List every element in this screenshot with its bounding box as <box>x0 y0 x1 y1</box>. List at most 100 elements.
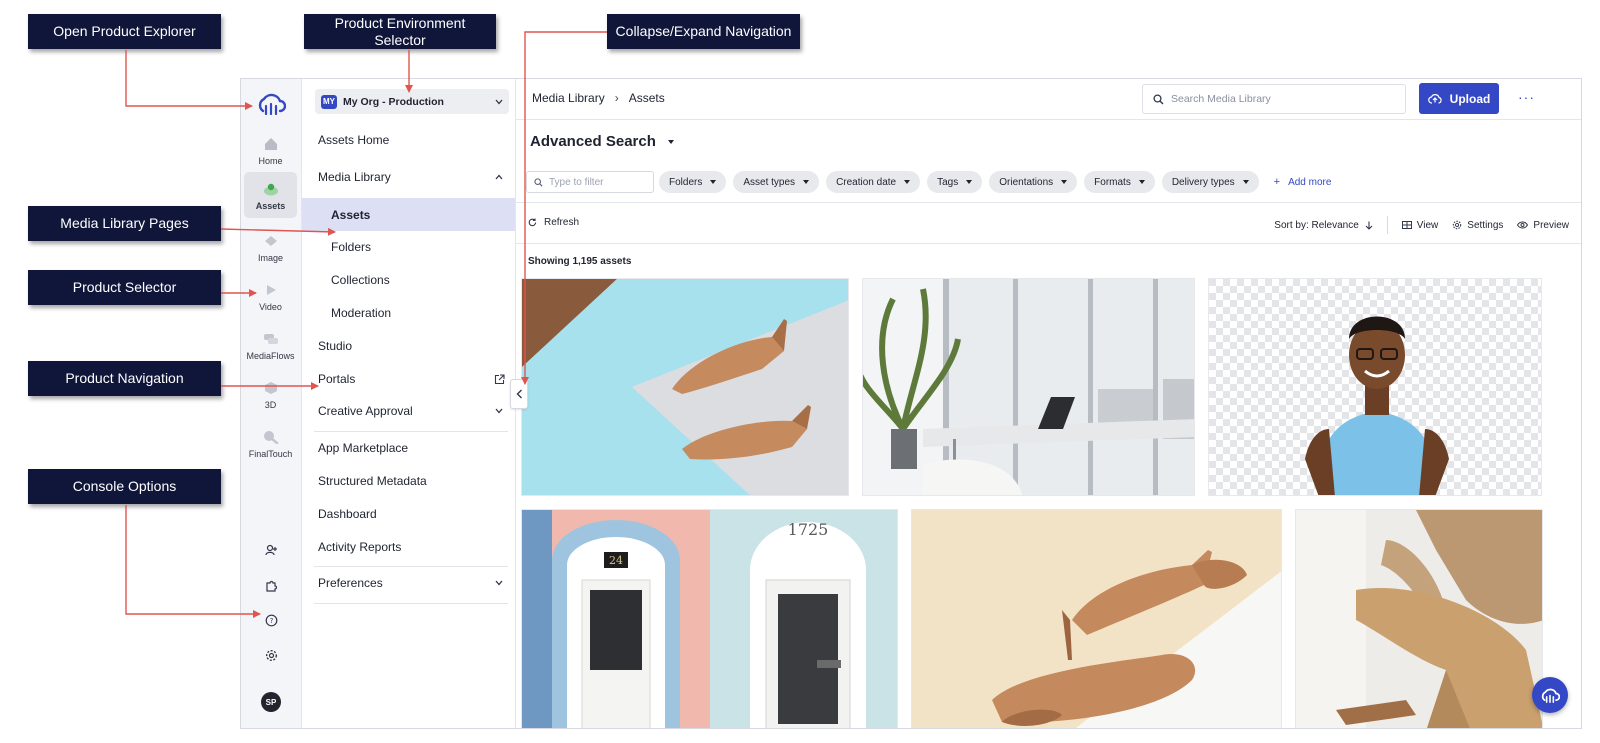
nav-item-label: Moderation <box>331 306 392 320</box>
asset-thumbnail-heels-blue[interactable] <box>521 278 849 496</box>
callout-media-library-pages: Media Library Pages <box>28 206 221 241</box>
refresh-label: Refresh <box>544 217 580 228</box>
product-explorer-button[interactable] <box>254 91 288 117</box>
nav-item-portals[interactable]: Portals <box>302 364 515 394</box>
preview-label: Preview <box>1533 219 1569 231</box>
user-avatar[interactable]: SP <box>261 692 281 712</box>
rail-item-finaltouch[interactable]: FinalTouch <box>244 420 297 466</box>
annotated-screenshot: Open Product Explorer Product Environmen… <box>0 0 1600 743</box>
nav-item-creative-approval[interactable]: Creative Approval <box>302 396 515 426</box>
breadcrumb-assets: Assets <box>628 91 665 105</box>
filter-chip-delivery-types[interactable]: Delivery types <box>1161 171 1259 193</box>
nav-item-moderation[interactable]: Moderation <box>302 298 515 328</box>
main-content: Media Library › Assets Search Media Libr… <box>516 79 1581 728</box>
nav-item-label: Studio <box>318 339 353 353</box>
more-options-button[interactable]: ··· <box>1518 89 1535 105</box>
chip-label: Orientations <box>999 176 1054 188</box>
refresh-button[interactable]: Refresh <box>528 217 579 228</box>
sort-label: Sort by: Relevance <box>1274 219 1359 231</box>
filter-chip-formats[interactable]: Formats <box>1084 171 1155 193</box>
asset-thumbnail-office[interactable] <box>862 278 1195 496</box>
settings-icon <box>1452 220 1462 230</box>
app-window: Home Assets Image Video MediaFlows 3D Fi… <box>240 78 1582 729</box>
filter-chip-creation-date[interactable]: Creation date <box>826 171 921 193</box>
asset-thumbnail-fashion[interactable] <box>1295 509 1543 728</box>
rail-item-label: MediaFlows <box>246 350 295 361</box>
chat-assistant-button[interactable] <box>1532 677 1568 713</box>
nav-item-assets[interactable]: Assets <box>302 198 515 231</box>
rail-item-assets[interactable]: Assets <box>244 172 297 218</box>
portrait-image <box>1209 279 1541 495</box>
filter-chips: Folders Asset types Creation date Tags O… <box>659 171 1331 193</box>
preview-button[interactable]: Preview <box>1517 220 1569 231</box>
nav-item-label: Media Library <box>318 170 391 184</box>
nav-item-label: Creative Approval <box>318 404 413 418</box>
rail-item-video[interactable]: Video <box>244 273 297 319</box>
add-more-filters-button[interactable]: + Add more <box>1274 176 1332 188</box>
rail-item-mediaflows[interactable]: MediaFlows <box>244 322 297 368</box>
product-rail: Home Assets Image Video MediaFlows 3D Fi… <box>241 79 302 728</box>
settings-button[interactable] <box>260 644 282 666</box>
settings-toolbar-button[interactable]: Settings <box>1452 220 1503 231</box>
toolbar-actions: Sort by: Relevance View Settings Preview <box>1274 216 1569 234</box>
home-icon <box>262 135 280 153</box>
nav-item-structured-metadata[interactable]: Structured Metadata <box>302 466 515 496</box>
breadcrumb-media-library[interactable]: Media Library <box>532 91 605 105</box>
image-icon <box>262 232 280 250</box>
view-button[interactable]: View <box>1401 220 1438 231</box>
3d-icon <box>262 379 280 397</box>
callout-console-options: Console Options <box>28 469 221 504</box>
nav-item-collections[interactable]: Collections <box>302 265 515 295</box>
nav-item-label: Structured Metadata <box>318 474 427 488</box>
cloud-upload-icon <box>1427 93 1442 104</box>
rail-item-home[interactable]: Home <box>244 127 297 173</box>
product-navigation: MY My Org - Production Assets Home Media… <box>302 79 516 728</box>
rail-item-image[interactable]: Image <box>244 224 297 270</box>
caret-down-icon <box>1138 180 1145 184</box>
integrations-button[interactable] <box>260 574 282 596</box>
nav-item-activity-reports[interactable]: Activity Reports <box>302 532 515 562</box>
grid-view-icon <box>1401 221 1412 229</box>
filter-input[interactable]: Type to filter <box>526 171 654 193</box>
nav-item-folders[interactable]: Folders <box>302 232 515 262</box>
chat-logo-icon <box>1541 688 1560 703</box>
heels-image <box>522 279 848 495</box>
plus-icon: + <box>1273 176 1281 188</box>
chip-label: Tags <box>937 176 959 188</box>
environment-selector[interactable]: MY My Org - Production <box>315 89 509 114</box>
add-user-button[interactable] <box>260 539 282 561</box>
filter-chip-orientations[interactable]: Orientations <box>989 171 1078 193</box>
filter-chip-folders[interactable]: Folders <box>659 171 727 193</box>
add-user-icon <box>264 544 277 556</box>
chip-label: Asset types <box>743 176 796 188</box>
caret-down-icon <box>710 180 717 184</box>
nav-item-label: Assets <box>331 207 371 222</box>
upload-button[interactable]: Upload <box>1419 83 1499 114</box>
asset-thumbnail-heel-cream[interactable] <box>911 509 1282 728</box>
nav-item-label: App Marketplace <box>318 441 409 455</box>
advanced-search-dropdown[interactable]: Advanced Search <box>530 133 674 150</box>
help-icon: ? <box>265 614 277 626</box>
chevron-left-icon <box>516 389 522 399</box>
nav-item-app-marketplace[interactable]: App Marketplace <box>302 433 515 463</box>
results-toolbar: Refresh Sort by: Relevance View Settings <box>516 202 1581 244</box>
callout-product-selector: Product Selector <box>28 270 221 305</box>
nav-item-assets-home[interactable]: Assets Home <box>302 125 515 155</box>
nav-item-studio[interactable]: Studio <box>302 331 515 361</box>
nav-item-media-library[interactable]: Media Library <box>302 162 515 192</box>
collapse-navigation-button[interactable] <box>510 379 528 409</box>
help-button[interactable]: ? <box>260 609 282 631</box>
filter-chip-tags[interactable]: Tags <box>927 171 983 193</box>
search-placeholder: Search Media Library <box>1171 93 1271 105</box>
chip-label: Delivery types <box>1171 176 1235 188</box>
nav-item-preferences[interactable]: Preferences <box>302 568 515 598</box>
sort-dropdown[interactable]: Sort by: Relevance <box>1274 220 1373 231</box>
nav-item-dashboard[interactable]: Dashboard <box>302 499 515 529</box>
caret-down-icon <box>966 180 973 184</box>
search-input[interactable]: Search Media Library <box>1142 84 1406 114</box>
asset-thumbnail-doors[interactable]: 24 1725 <box>521 509 898 728</box>
filter-chip-asset-types[interactable]: Asset types <box>733 171 820 193</box>
caret-down-icon <box>1061 180 1068 184</box>
asset-thumbnail-portrait[interactable] <box>1208 278 1542 496</box>
rail-item-3d[interactable]: 3D <box>244 371 297 417</box>
